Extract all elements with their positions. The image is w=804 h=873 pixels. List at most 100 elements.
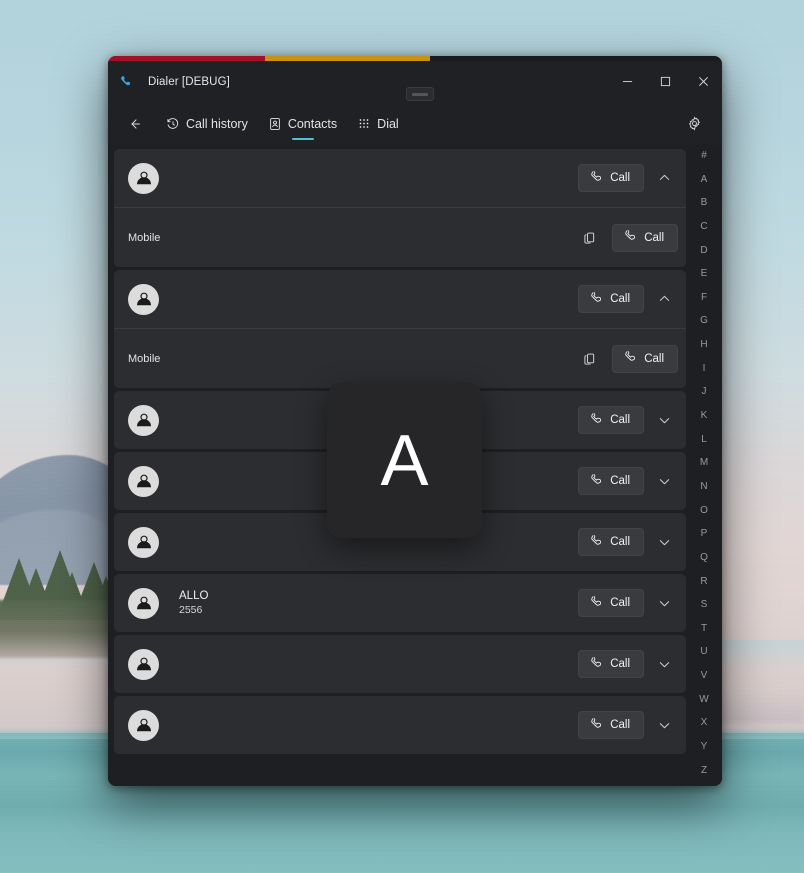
alpha-index-letter[interactable]: B (686, 198, 722, 208)
call-button[interactable]: Call (578, 467, 644, 495)
contact-row[interactable]: Call (114, 270, 686, 328)
avatar (128, 587, 159, 619)
alpha-index-letter[interactable]: E (686, 269, 722, 279)
call-button[interactable]: Call (578, 164, 644, 192)
alpha-index-letter[interactable]: U (686, 647, 722, 657)
contact-row[interactable]: Call (114, 149, 686, 207)
alpha-index-letter[interactable]: P (686, 529, 722, 539)
phone-type-label: Mobile (128, 231, 161, 244)
alpha-index-letter[interactable]: Q (686, 552, 722, 563)
alpha-index-letter[interactable]: R (686, 576, 722, 587)
close-button[interactable] (684, 61, 722, 102)
desktop-background: Dialer [DEBUG] Call history Contacts Dia… (0, 0, 804, 873)
contact-row[interactable]: Call (114, 635, 686, 693)
call-number-button[interactable]: Call (612, 344, 678, 373)
call-number-button[interactable]: Call (612, 223, 678, 252)
alpha-index-letter[interactable]: G (686, 316, 722, 326)
alpha-index-letter[interactable]: Z (686, 765, 722, 776)
alphabet-index[interactable]: # A B C D E F G H I J K L M N O P Q R S T U V W X Y Z (686, 145, 722, 786)
alpha-index-letter[interactable]: D (686, 245, 722, 256)
alpha-index-letter[interactable]: K (686, 411, 722, 421)
chevron-up-icon[interactable] (650, 164, 678, 192)
debug-pill-indicator[interactable] (406, 87, 434, 101)
contact-card-icon (268, 117, 282, 131)
call-button[interactable]: Call (578, 589, 644, 617)
call-button[interactable]: Call (578, 285, 644, 313)
call-button-label: Call (610, 536, 630, 548)
alpha-index-letter[interactable]: H (686, 340, 722, 350)
call-button[interactable]: Call (578, 528, 644, 556)
minimize-button[interactable] (608, 61, 646, 102)
phone-icon (623, 350, 637, 367)
alpha-index-letter[interactable]: J (686, 387, 722, 397)
phone-icon (623, 229, 637, 246)
tab-contacts-label: Contacts (287, 116, 338, 131)
alpha-index-letter[interactable]: X (686, 718, 722, 728)
window-title: Dialer [DEBUG] (148, 75, 230, 88)
phone-icon (589, 656, 603, 673)
chevron-down-icon[interactable] (650, 589, 678, 617)
phone-icon (589, 291, 603, 308)
avatar (128, 162, 159, 194)
alpha-index-letter[interactable]: M (686, 458, 722, 468)
avatar (128, 526, 159, 558)
call-button-label: Call (610, 172, 630, 184)
alpha-index-letter[interactable]: # (686, 151, 722, 161)
chevron-up-icon[interactable] (650, 285, 678, 313)
call-button[interactable]: Call (578, 711, 644, 739)
contact-detail-row: Mobile Call (114, 328, 686, 388)
phone-icon (589, 170, 603, 187)
alpha-index-letter[interactable]: L (686, 434, 722, 445)
tab-call-history-label: Call history (186, 116, 248, 131)
phone-icon (589, 412, 603, 429)
phone-type-label: Mobile (128, 352, 161, 365)
alpha-index-letter[interactable]: S (686, 600, 722, 610)
call-button-label: Call (610, 658, 630, 670)
contact-card: Call Mobile Call (114, 270, 686, 388)
back-button[interactable] (122, 111, 148, 137)
chevron-down-icon[interactable] (650, 467, 678, 495)
tab-contacts[interactable]: Contacts (258, 102, 347, 145)
dialpad-icon (357, 117, 371, 131)
phone-icon (589, 717, 603, 734)
contact-card: Call Mobile Call (114, 149, 686, 267)
alpha-index-letter[interactable]: N (686, 481, 722, 492)
call-button[interactable]: Call (578, 406, 644, 434)
title-bar: Dialer [DEBUG] (108, 61, 722, 102)
contact-detail-row: Mobile Call (114, 207, 686, 267)
letter-overlay: A (327, 383, 482, 538)
alpha-index-letter[interactable]: W (686, 694, 722, 705)
tab-dial[interactable]: Dial (347, 102, 409, 145)
avatar (128, 709, 159, 741)
contact-row[interactable]: ALLO 2556 Call (114, 574, 686, 632)
maximize-button[interactable] (646, 61, 684, 102)
alpha-index-letter[interactable]: I (686, 363, 722, 374)
alpha-index-letter[interactable]: V (686, 671, 722, 681)
call-button[interactable]: Call (578, 650, 644, 678)
chevron-down-icon[interactable] (650, 650, 678, 678)
call-button-label: Call (610, 719, 630, 731)
contact-row[interactable]: Call (114, 696, 686, 754)
alpha-index-letter[interactable]: F (686, 292, 722, 303)
chevron-down-icon[interactable] (650, 711, 678, 739)
contact-card: Call (114, 696, 686, 754)
contact-names: ALLO 2556 (159, 589, 578, 617)
alpha-index-letter[interactable]: C (686, 221, 722, 232)
alpha-index-letter[interactable]: Y (686, 742, 722, 752)
tab-call-history[interactable]: Call history (156, 102, 258, 145)
clock-history-icon (166, 117, 180, 131)
contact-number: 2556 (179, 604, 203, 616)
alpha-index-letter[interactable]: A (686, 174, 722, 185)
avatar (128, 283, 159, 315)
alpha-index-letter[interactable]: T (686, 623, 722, 634)
copy-number-icon[interactable] (576, 345, 604, 373)
contact-card: ALLO 2556 Call (114, 574, 686, 632)
dialer-window: Dialer [DEBUG] Call history Contacts Dia… (108, 56, 722, 786)
copy-number-icon[interactable] (576, 224, 604, 252)
gear-icon[interactable] (680, 110, 708, 138)
alpha-index-letter[interactable]: O (686, 505, 722, 516)
phone-icon (589, 595, 603, 612)
chevron-down-icon[interactable] (650, 406, 678, 434)
navigation-bar: Call history Contacts Dial (108, 102, 722, 145)
chevron-down-icon[interactable] (650, 528, 678, 556)
